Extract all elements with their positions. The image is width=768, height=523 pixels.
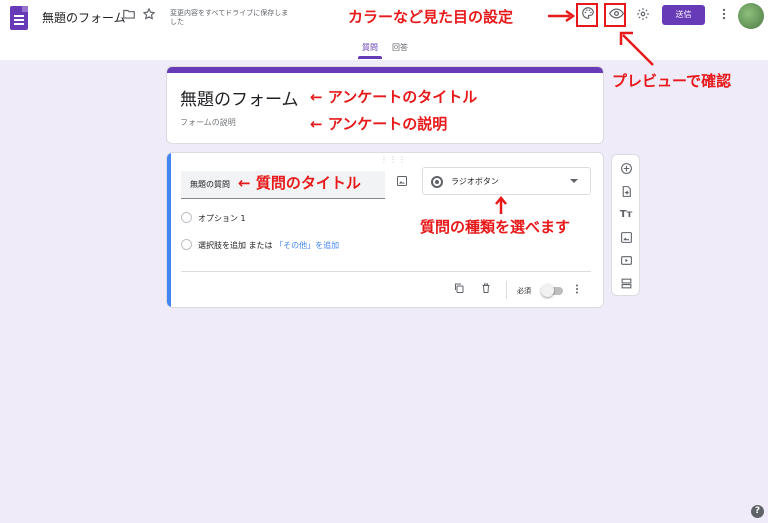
annotation-form-desc: ← アンケートの説明 — [310, 115, 448, 133]
annotation-question-title-text: 質問のタイトル — [255, 174, 361, 192]
import-questions-icon[interactable] — [619, 185, 633, 199]
add-video-icon[interactable] — [619, 254, 633, 268]
annotation-form-title-text: アンケートのタイトル — [327, 88, 478, 106]
annotation-preview: プレビューで確認 — [612, 70, 731, 91]
footer-separator — [506, 281, 507, 299]
question-type-label: ラジオボタン — [451, 177, 499, 186]
add-option-radio — [181, 239, 192, 250]
title-card-accent — [167, 67, 603, 73]
avatar[interactable] — [738, 3, 764, 29]
tab-questions[interactable]: 質問 — [362, 42, 378, 53]
add-option-row: 選択肢を追加 または 「その他」を追加 — [198, 240, 339, 251]
palette-highlight — [576, 3, 598, 27]
question-type-select[interactable]: ラジオボタン — [422, 167, 591, 195]
annotation-theme: カラーなど見た目の設定 — [348, 6, 513, 27]
annotation-preview-arrow — [617, 29, 657, 73]
annotation-question-type-text: 質問の種類を選べます — [420, 218, 571, 236]
save-status: 変更内容をすべてドライブに保存しました — [170, 9, 289, 26]
form-description[interactable]: フォームの説明 — [180, 117, 236, 128]
add-question-icon[interactable] — [619, 162, 633, 176]
option-radio — [181, 212, 192, 223]
folder-icon[interactable] — [120, 7, 138, 25]
annotation-question-type-arrow — [495, 196, 507, 218]
required-label: 必須 — [517, 287, 531, 295]
annotation-preview-text: プレビューで確認 — [612, 72, 732, 90]
add-section-icon[interactable] — [619, 277, 633, 291]
delete-icon[interactable] — [479, 282, 493, 296]
annotation-theme-text: カラーなど見た目の設定 — [348, 8, 514, 26]
add-title-icon[interactable]: Tт — [619, 208, 633, 222]
required-toggle-thumb[interactable] — [541, 284, 554, 297]
duplicate-icon[interactable] — [452, 282, 466, 296]
add-option-link[interactable]: 選択肢を追加 — [198, 241, 246, 250]
active-tab-indicator — [358, 56, 382, 59]
question-title: 無題の質問 — [190, 180, 230, 189]
annotation-form-title: ← アンケートのタイトル — [310, 88, 478, 106]
annotation-question-type: 質問の種類を選べます — [420, 216, 570, 237]
side-toolbar: Tт — [611, 154, 640, 296]
question-footer-divider — [181, 271, 591, 272]
drag-handle-icon[interactable]: ⋮⋮⋮ — [380, 155, 407, 164]
add-other-link[interactable]: 「その他」を追加 — [275, 241, 339, 250]
annotation-question-title: ← 質問のタイトル — [238, 174, 361, 192]
forms-app-icon[interactable] — [10, 6, 28, 30]
gear-icon[interactable] — [634, 7, 652, 25]
question-more-icon[interactable] — [571, 283, 583, 298]
chevron-down-icon — [570, 179, 578, 183]
send-button[interactable]: 送信 — [662, 5, 705, 25]
star-icon[interactable] — [140, 7, 158, 25]
add-image-icon[interactable] — [395, 175, 409, 189]
tab-responses[interactable]: 回答 — [392, 42, 408, 53]
option-1-label[interactable]: オプション 1 — [198, 213, 246, 224]
question-card-accent — [167, 153, 171, 307]
help-icon[interactable]: ? — [751, 505, 764, 518]
annotation-theme-arrow — [548, 8, 576, 27]
document-title[interactable]: 無題のフォーム — [42, 9, 126, 26]
preview-highlight — [604, 3, 626, 27]
form-title[interactable]: 無題のフォーム — [180, 85, 299, 110]
annotation-form-desc-text: アンケートの説明 — [327, 115, 448, 133]
radio-button-icon — [431, 176, 443, 188]
add-image-icon[interactable] — [619, 231, 633, 245]
more-vert-icon[interactable] — [715, 7, 733, 25]
or-text: または — [248, 241, 273, 250]
